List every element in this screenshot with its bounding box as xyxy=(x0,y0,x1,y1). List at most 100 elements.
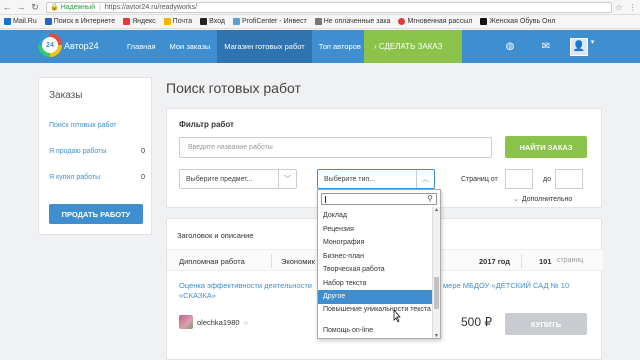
star-icon[interactable]: ☆ xyxy=(615,3,622,12)
type-select[interactable]: Выберите тип... ︿ xyxy=(317,169,435,189)
dropdown-option[interactable]: Повышение уникальности текста xyxy=(318,304,433,324)
advanced-toggle[interactable]: ⌄ Дополнительно xyxy=(513,195,572,203)
avatar xyxy=(179,315,193,329)
advanced-label: Дополнительно xyxy=(521,196,573,203)
nav-home[interactable]: Главная xyxy=(120,30,163,63)
back-icon[interactable]: ← xyxy=(0,0,14,14)
work-subject: Экономик xyxy=(281,257,315,266)
url-text: https://avtor24.ru/readyworks/ xyxy=(104,3,198,11)
bookmark-unpaid[interactable]: Не оплаченные зака xyxy=(314,18,390,25)
chevron-up-icon[interactable]: ︿ xyxy=(416,170,434,188)
dropdown-search-input[interactable]: ⚲ xyxy=(321,193,437,205)
messages-icon[interactable]: ✉ xyxy=(528,41,564,52)
sidebar-item-label: Я купил работы xyxy=(49,174,101,181)
bookmark-yandex[interactable]: Яндекс xyxy=(123,18,156,25)
dropdown-option[interactable]: Творческая работа xyxy=(318,263,433,277)
top-nav: Главная Мои заказы Магазин готовых работ… xyxy=(120,30,368,63)
author[interactable]: olechka1980 ○ xyxy=(179,315,248,329)
sidebar-item-bought[interactable]: Я купил работы 0 xyxy=(49,174,145,181)
bookmarks-bar: Mail.Ru Поиск в Интернете Яндекс Почта В… xyxy=(0,15,640,29)
globe-icon[interactable]: ◍ xyxy=(492,41,528,52)
brand-name[interactable]: Автор24 xyxy=(64,41,99,51)
scroll-thumb[interactable] xyxy=(434,277,439,309)
dropdown-option[interactable]: Доклад xyxy=(318,209,433,223)
orders-sidebar: Заказы Поиск готовых работ Я продаю рабо… xyxy=(38,77,152,235)
work-type: Дипломная работа xyxy=(179,257,245,266)
sell-work-button[interactable]: ПРОДАТЬ РАБОТУ xyxy=(49,204,143,224)
price: 500 ₽ xyxy=(461,315,492,329)
sidebar-item-selling[interactable]: Я продаю работы 0 xyxy=(49,148,145,155)
filter-title: Фильтр работ xyxy=(179,120,234,129)
buy-button[interactable]: КУПИТЬ xyxy=(505,313,587,335)
chevron-down-icon: ⌄ xyxy=(513,196,519,203)
subject-select-value: Выберите предмет... xyxy=(186,175,253,183)
bookmark-mailru[interactable]: Mail.Ru xyxy=(4,18,37,25)
avatar[interactable]: 👤 xyxy=(569,37,588,56)
sidebar-item-label: Я продаю работы xyxy=(49,148,107,155)
dropdown-option[interactable]: Набор текста xyxy=(318,277,433,291)
work-pages-suffix: страниц xyxy=(557,257,584,264)
sidebar-title: Заказы xyxy=(49,90,83,101)
lock-icon: 🔒 xyxy=(50,4,59,11)
work-title-link-line2[interactable]: «СКАЗКА» xyxy=(179,291,216,301)
browser-address-bar: ← → ↻ 🔒 Надежный | https://avtor24.ru/re… xyxy=(0,0,640,15)
dropdown-option[interactable]: Монография xyxy=(318,236,433,250)
secure-label: Надежный xyxy=(60,3,96,11)
yandex-icon xyxy=(123,18,131,25)
author-name: olechka1980 xyxy=(197,317,240,327)
url-field[interactable]: 🔒 Надежный | https://avtor24.ru/readywor… xyxy=(46,1,612,13)
type-select-value: Выберите тип... xyxy=(324,175,376,183)
search-icon: ⚲ xyxy=(427,194,433,203)
bookmark-login[interactable]: Вход xyxy=(200,18,225,25)
subject-select[interactable]: Выберите предмет... ﹀ xyxy=(179,169,297,189)
mailing-icon xyxy=(398,18,406,25)
find-order-button[interactable]: НАЙТИ ЗАКАЗ xyxy=(505,136,587,158)
work-title-link-right[interactable]: мере МБДОУ «ДЕТСКИЙ САД № 10 xyxy=(443,281,569,291)
dropdown-option-selected[interactable]: Другое xyxy=(318,290,433,304)
pages-to-input[interactable] xyxy=(555,169,583,189)
divider xyxy=(521,254,522,268)
pages-to-label: до xyxy=(543,176,551,183)
chevron-down-icon[interactable]: ▾ xyxy=(591,38,595,56)
sidebar-item-count: 0 xyxy=(141,148,145,155)
bookmark-proficenter[interactable]: ProfiCenter - Инвест xyxy=(232,18,307,25)
dropdown-scrollbar[interactable]: ▲ ▼ xyxy=(432,207,440,338)
reload-icon[interactable]: ↻ xyxy=(28,0,42,14)
site-header: 24 Автор24 Главная Мои заказы Магазин го… xyxy=(0,30,640,63)
bookmark-shoes[interactable]: Женская Обувь Онл xyxy=(480,18,555,25)
logo-icon[interactable]: 24 xyxy=(38,33,62,57)
profile-menu: 👤 ▾ xyxy=(564,37,600,56)
dropdown-option[interactable]: Помощь on-line xyxy=(318,324,433,338)
work-pages: 101 xyxy=(539,257,552,266)
login-icon xyxy=(200,18,208,25)
dropdown-option[interactable]: Рецензия xyxy=(318,223,433,237)
chevron-down-icon[interactable]: ﹀ xyxy=(278,170,296,188)
page-title: Поиск готовых работ xyxy=(166,80,301,96)
bookmark-search[interactable]: Поиск в Интернете xyxy=(44,18,115,25)
sidebar-item-count: 0 xyxy=(141,174,145,181)
work-name-input[interactable]: Введите название работы xyxy=(179,137,492,158)
make-order-button[interactable]: › СДЕЛАТЬ ЗАКАЗ xyxy=(364,30,462,63)
shoes-icon xyxy=(480,18,488,25)
results-header: Заголовок и описание xyxy=(177,231,254,240)
url-separator: | xyxy=(99,3,101,11)
status-icon: ○ xyxy=(243,317,249,327)
work-title-link[interactable]: Оценка эффективности деятельности xyxy=(179,281,312,291)
search-site-icon xyxy=(44,18,52,25)
scroll-down-icon[interactable]: ▼ xyxy=(433,333,440,338)
menu-icon[interactable]: ⋮ xyxy=(629,3,637,12)
sidebar-item-search-works[interactable]: Поиск готовых работ xyxy=(49,122,145,129)
forward-icon[interactable]: → xyxy=(14,0,28,14)
nav-my-orders[interactable]: Мои заказы xyxy=(163,30,218,63)
dropdown-option[interactable]: Бизнес-план xyxy=(318,250,433,264)
scroll-up-icon[interactable]: ▲ xyxy=(433,207,440,213)
nav-ready-works[interactable]: Магазин готовых работ xyxy=(217,30,312,63)
doc-icon xyxy=(314,18,322,25)
bookmark-mailing[interactable]: Мгновенная рассыл xyxy=(398,18,472,25)
bookmark-mail[interactable]: Почта xyxy=(163,18,192,25)
mail-icon xyxy=(163,18,171,25)
nav-top-authors[interactable]: Топ авторов xyxy=(312,30,368,63)
pages-from-input[interactable] xyxy=(505,169,533,189)
dropdown-list: Доклад Рецензия Монография Бизнес-план Т… xyxy=(318,209,433,337)
divider xyxy=(271,254,272,268)
